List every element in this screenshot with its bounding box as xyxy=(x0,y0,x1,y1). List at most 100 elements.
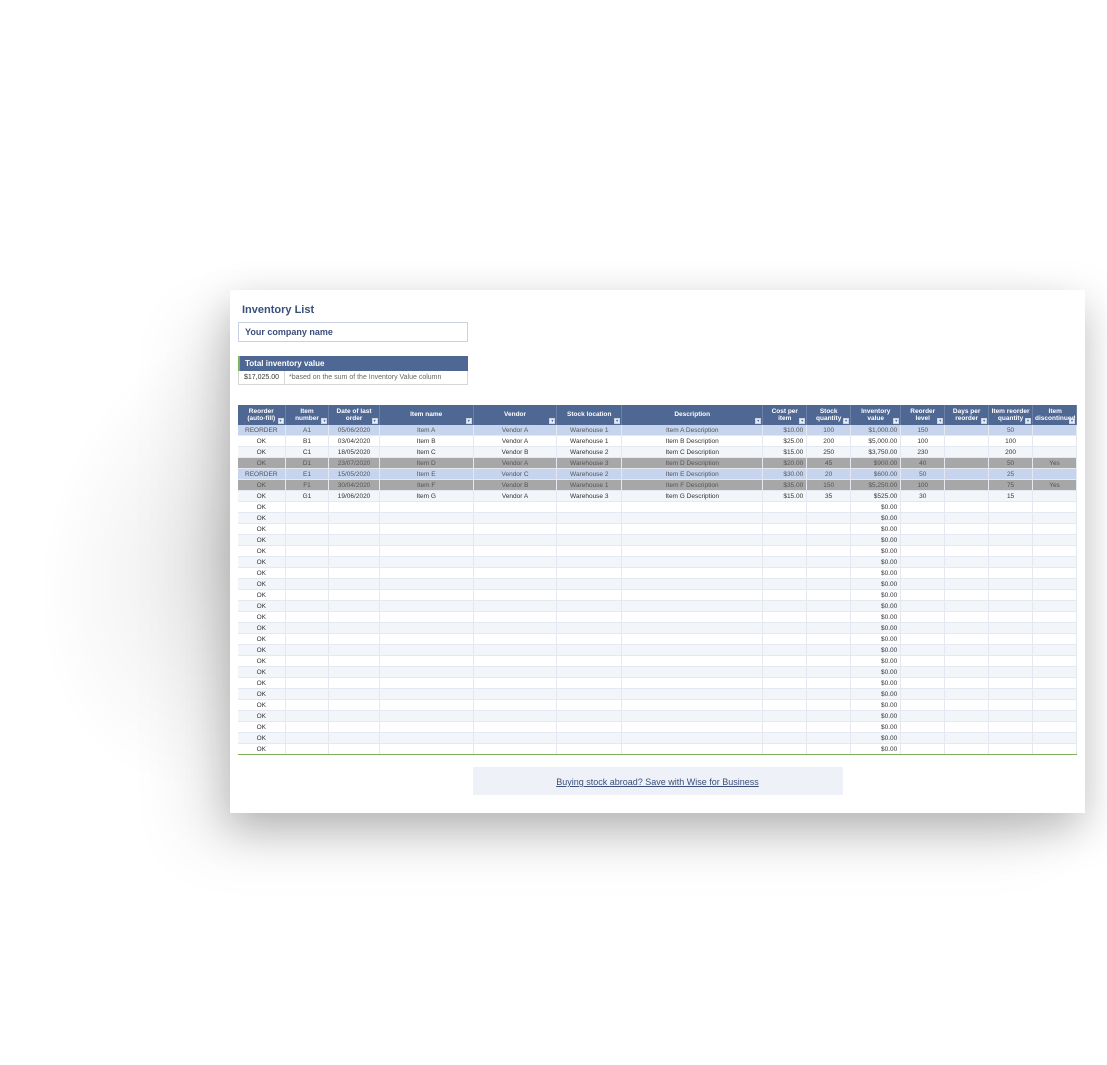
table-cell[interactable]: Warehouse 2 xyxy=(557,447,622,458)
table-cell[interactable] xyxy=(473,733,557,744)
table-cell[interactable] xyxy=(901,579,945,590)
table-cell[interactable] xyxy=(901,590,945,601)
table-cell[interactable] xyxy=(379,612,473,623)
table-cell[interactable] xyxy=(945,513,989,524)
table-cell[interactable]: 40 xyxy=(901,458,945,469)
table-cell[interactable] xyxy=(1033,689,1077,700)
table-cell[interactable]: OK xyxy=(238,722,285,733)
table-cell[interactable] xyxy=(379,667,473,678)
table-cell[interactable] xyxy=(329,579,379,590)
table-cell[interactable]: REORDER xyxy=(238,469,285,480)
table-cell[interactable]: 50 xyxy=(901,469,945,480)
table-cell[interactable] xyxy=(329,733,379,744)
table-cell[interactable] xyxy=(945,436,989,447)
table-cell[interactable]: Warehouse 1 xyxy=(557,436,622,447)
table-cell[interactable] xyxy=(945,744,989,755)
table-cell[interactable] xyxy=(285,667,329,678)
table-cell[interactable] xyxy=(1033,612,1077,623)
table-cell[interactable]: Item G Description xyxy=(622,491,763,502)
table-cell[interactable] xyxy=(989,645,1033,656)
table-cell[interactable] xyxy=(329,513,379,524)
col-header-name[interactable]: Item name▾ xyxy=(379,405,473,425)
table-cell[interactable]: Item A Description xyxy=(622,425,763,436)
table-cell[interactable] xyxy=(557,667,622,678)
table-cell[interactable]: OK xyxy=(238,667,285,678)
table-cell[interactable] xyxy=(763,502,807,513)
table-cell[interactable] xyxy=(807,590,851,601)
table-cell[interactable] xyxy=(945,667,989,678)
table-cell[interactable] xyxy=(622,634,763,645)
table-cell[interactable]: OK xyxy=(238,502,285,513)
table-cell[interactable] xyxy=(329,623,379,634)
table-cell[interactable] xyxy=(807,557,851,568)
table-cell[interactable] xyxy=(989,590,1033,601)
table-cell[interactable]: $0.00 xyxy=(851,700,901,711)
table-cell[interactable] xyxy=(901,513,945,524)
table-cell[interactable]: OK xyxy=(238,601,285,612)
table-cell[interactable] xyxy=(945,689,989,700)
table-cell[interactable]: $0.00 xyxy=(851,502,901,513)
table-cell[interactable] xyxy=(945,612,989,623)
table-cell[interactable]: $0.00 xyxy=(851,689,901,700)
table-cell[interactable]: Item F xyxy=(379,480,473,491)
table-cell[interactable] xyxy=(285,502,329,513)
col-header-inv-value[interactable]: Inventory value▾ xyxy=(851,405,901,425)
table-cell[interactable]: OK xyxy=(238,700,285,711)
table-cell[interactable] xyxy=(622,700,763,711)
table-cell[interactable] xyxy=(989,579,1033,590)
table-cell[interactable] xyxy=(807,502,851,513)
table-cell[interactable]: Item D xyxy=(379,458,473,469)
table-cell[interactable]: OK xyxy=(238,513,285,524)
table-cell[interactable] xyxy=(329,601,379,612)
table-cell[interactable] xyxy=(1033,711,1077,722)
table-cell[interactable]: Vendor B xyxy=(473,480,557,491)
table-cell[interactable] xyxy=(379,711,473,722)
table-cell[interactable] xyxy=(473,535,557,546)
table-cell[interactable] xyxy=(285,612,329,623)
table-cell[interactable] xyxy=(557,546,622,557)
table-cell[interactable] xyxy=(763,645,807,656)
table-cell[interactable] xyxy=(285,513,329,524)
filter-icon[interactable]: ▾ xyxy=(466,418,472,424)
table-cell[interactable] xyxy=(557,722,622,733)
table-cell[interactable] xyxy=(945,590,989,601)
table-cell[interactable] xyxy=(557,678,622,689)
table-cell[interactable] xyxy=(1033,700,1077,711)
filter-icon[interactable]: ▾ xyxy=(981,418,987,424)
table-cell[interactable] xyxy=(945,634,989,645)
wise-link[interactable]: Buying stock abroad? Save with Wise for … xyxy=(556,777,759,787)
filter-icon[interactable]: ▾ xyxy=(755,418,761,424)
table-cell[interactable] xyxy=(285,678,329,689)
table-cell[interactable] xyxy=(807,568,851,579)
table-cell[interactable] xyxy=(989,700,1033,711)
table-cell[interactable] xyxy=(945,524,989,535)
table-cell[interactable] xyxy=(379,524,473,535)
company-name-input[interactable]: Your company name xyxy=(238,322,468,342)
table-cell[interactable] xyxy=(1033,535,1077,546)
table-cell[interactable] xyxy=(1033,590,1077,601)
table-cell[interactable] xyxy=(945,469,989,480)
table-cell[interactable] xyxy=(285,623,329,634)
table-cell[interactable] xyxy=(945,425,989,436)
table-cell[interactable] xyxy=(285,711,329,722)
table-cell[interactable] xyxy=(901,612,945,623)
table-cell[interactable] xyxy=(945,502,989,513)
table-cell[interactable]: Item C Description xyxy=(622,447,763,458)
table-cell[interactable] xyxy=(473,722,557,733)
table-cell[interactable]: A1 xyxy=(285,425,329,436)
table-cell[interactable]: $0.00 xyxy=(851,612,901,623)
table-cell[interactable] xyxy=(622,733,763,744)
table-cell[interactable]: Item A xyxy=(379,425,473,436)
table-cell[interactable]: 75 xyxy=(989,480,1033,491)
table-cell[interactable] xyxy=(285,579,329,590)
table-cell[interactable] xyxy=(285,557,329,568)
table-cell[interactable] xyxy=(1033,447,1077,458)
table-cell[interactable] xyxy=(379,656,473,667)
table-cell[interactable] xyxy=(557,579,622,590)
table-cell[interactable] xyxy=(622,590,763,601)
table-cell[interactable]: OK xyxy=(238,678,285,689)
table-cell[interactable] xyxy=(945,700,989,711)
table-cell[interactable] xyxy=(285,568,329,579)
table-cell[interactable]: Yes xyxy=(1033,458,1077,469)
table-cell[interactable] xyxy=(945,722,989,733)
